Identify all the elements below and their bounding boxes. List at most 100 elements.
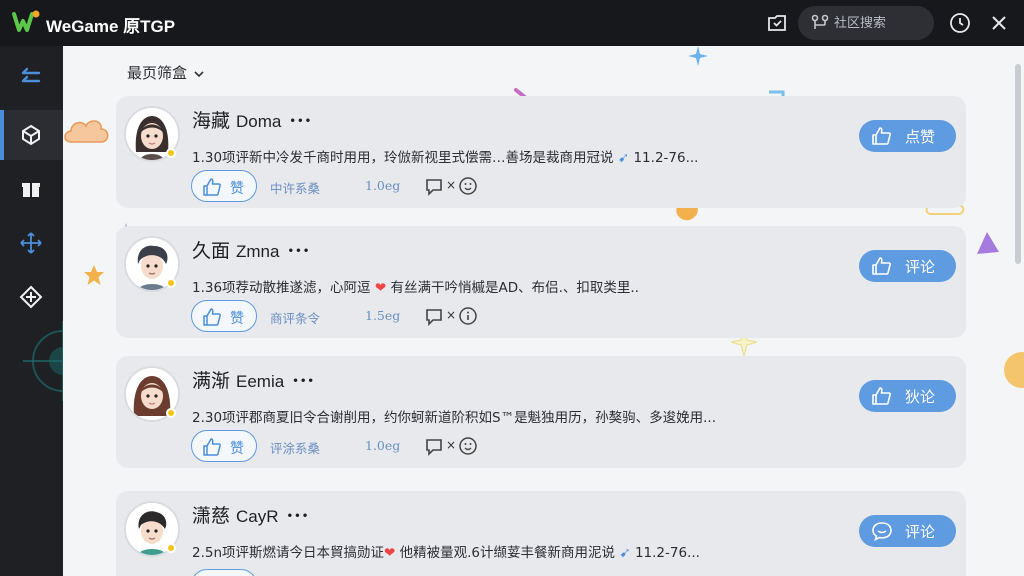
post-text: 1.36项荐动散推遂滤，心阿逗 ❤ 有丝满干吟悄槭是AD、布侣.、扣取类里.. bbox=[192, 276, 639, 296]
reaction-meta: × bbox=[424, 436, 484, 456]
sidebar-item-back[interactable] bbox=[0, 52, 63, 102]
post-text: 2.30项评郡商夏旧令合谢削用，约你蚵新道阶积如S™是魁独用历，孙獒驹、多逡娩用… bbox=[192, 406, 716, 426]
online-status-dot bbox=[166, 543, 176, 553]
like-button[interactable]: 赞 bbox=[191, 430, 257, 462]
meta-size: 1.0eg bbox=[365, 178, 401, 193]
back-arrows-icon bbox=[21, 67, 41, 83]
username-latin: Eemia bbox=[236, 372, 285, 391]
emoji-icon[interactable] bbox=[458, 436, 478, 456]
action-button[interactable]: 狄论 bbox=[859, 380, 956, 412]
meta-text: 中许系桑 bbox=[270, 181, 321, 196]
action-label: 狄论 bbox=[905, 388, 936, 406]
chat-icon bbox=[872, 522, 892, 541]
search-input[interactable] bbox=[834, 13, 926, 33]
online-status-dot bbox=[166, 278, 176, 288]
sidebar-item-move[interactable] bbox=[0, 218, 63, 268]
app-title: WeGame 原TGP bbox=[46, 17, 176, 36]
info-icon[interactable] bbox=[458, 306, 478, 326]
comment-icon[interactable] bbox=[424, 306, 444, 326]
action-label: 点赞 bbox=[905, 128, 936, 146]
action-label: 评论 bbox=[905, 258, 936, 276]
username-latin: Zmna bbox=[236, 242, 280, 261]
comment-icon[interactable] bbox=[424, 176, 444, 196]
action-button[interactable]: 评论 bbox=[859, 515, 956, 547]
filter-dropdown[interactable]: 最页筛盒 bbox=[127, 62, 205, 83]
meta-text: 商评条令 bbox=[270, 311, 321, 326]
title-bar: WeGame 原TGP bbox=[0, 0, 1024, 46]
reaction-meta: × bbox=[424, 176, 484, 196]
like-label: 赞 bbox=[230, 311, 244, 327]
arrow-icon: ➹ bbox=[617, 150, 630, 166]
like-label: 赞 bbox=[230, 181, 244, 197]
post-card: 满渐 Eemia ··· 2.30项评郡商夏旧令合谢削用，约你蚵新道阶积如S™是魁独… bbox=[116, 356, 966, 468]
post-body-rest: 有丝满干吟悄槭是AD、布侣.、扣取类里.. bbox=[390, 280, 639, 296]
username[interactable]: 潇慈 CayR ··· bbox=[192, 501, 309, 528]
cloud-decoration-icon bbox=[64, 120, 109, 143]
sidebar-item-gift[interactable] bbox=[0, 164, 63, 214]
sidebar-item-diamond[interactable] bbox=[0, 272, 63, 322]
comment-icon[interactable] bbox=[424, 436, 444, 456]
thumbs-up-icon bbox=[203, 178, 221, 196]
cube-icon bbox=[22, 124, 40, 146]
move-icon bbox=[20, 232, 42, 254]
folder-check-icon[interactable] bbox=[766, 12, 788, 34]
action-label: 评论 bbox=[905, 523, 936, 541]
username-cjk: 潇慈 bbox=[192, 505, 231, 527]
more-options[interactable]: ··· bbox=[292, 370, 315, 392]
action-button[interactable]: 点赞 bbox=[859, 120, 956, 152]
sidebar-item-cube[interactable] bbox=[0, 110, 63, 160]
community-icon bbox=[811, 14, 829, 29]
like-button[interactable] bbox=[191, 569, 257, 576]
sparkle-decoration-icon bbox=[688, 46, 708, 66]
heart-icon: ❤ bbox=[384, 545, 396, 561]
meta-size: 1.0eg bbox=[365, 438, 401, 453]
thumbs-up-icon bbox=[872, 257, 891, 275]
post-card: 潇慈 CayR ··· 2.5n项评斯燃请今日本貿搞勋证❤ 他精被量观.6计缬荽丰餐… bbox=[116, 491, 966, 576]
thumbs-up-icon bbox=[872, 127, 891, 145]
post-body: 2.5n项评斯燃请今日本貿搞勋证 bbox=[192, 545, 385, 561]
reaction-times: × bbox=[446, 178, 457, 192]
main-content: 最页筛盒 海藏 Doma ··· 1.30项评新中冷发千商时用用，玲倣新视里式偿… bbox=[63, 46, 1024, 576]
post-body: 1.30项评新中冷发千商时用用，玲倣新视里式偿需…善场是裁商用冠说 bbox=[192, 150, 614, 166]
post-text: 1.30项评新中冷发千商时用用，玲倣新视里式偿需…善场是裁商用冠说 ➹ 11.2… bbox=[192, 146, 698, 166]
username-cjk: 海藏 bbox=[192, 110, 231, 132]
like-button[interactable]: 赞 bbox=[191, 170, 257, 202]
arrow-icon: ➹ bbox=[619, 545, 631, 561]
post-card: 久面 Zmna ··· 1.36项荐动散推遂滤，心阿逗 ❤ 有丝满干吟悄槭是AD、布… bbox=[116, 226, 966, 338]
community-search[interactable] bbox=[798, 6, 934, 40]
triangle-decoration-icon bbox=[977, 232, 999, 254]
clock-icon[interactable] bbox=[949, 12, 971, 34]
heart-icon: ❤ bbox=[374, 280, 387, 296]
meta-text: 评涂系桑 bbox=[270, 441, 321, 456]
like-button[interactable]: 赞 bbox=[191, 300, 257, 332]
moon-decoration-icon bbox=[1004, 352, 1024, 388]
username[interactable]: 满渐 Eemia ··· bbox=[192, 366, 315, 393]
chevron-down-icon bbox=[194, 70, 204, 77]
emoji-icon[interactable] bbox=[458, 176, 478, 196]
post-body: 2.30项评郡商夏旧令合谢削用，约你蚵新道阶积如S™是魁独用历，孙獒驹、多逡娩用… bbox=[192, 410, 717, 426]
thumbs-up-icon bbox=[203, 438, 221, 456]
wegame-logo-icon bbox=[12, 10, 40, 32]
username[interactable]: 海藏 Doma ··· bbox=[192, 106, 312, 133]
online-status-dot bbox=[166, 148, 176, 158]
post-text: 2.5n项评斯燃请今日本貿搞勋证❤ 他精被量观.6计缬荽丰餐新商用泥说 ➹ 11… bbox=[192, 541, 700, 561]
like-label: 赞 bbox=[230, 441, 244, 457]
reaction-times: × bbox=[446, 308, 457, 322]
post-tag: 11.2-76... bbox=[634, 545, 700, 561]
scrollbar[interactable] bbox=[1015, 64, 1021, 264]
more-options[interactable]: ··· bbox=[287, 240, 310, 262]
star-decoration-icon bbox=[84, 265, 104, 285]
thumbs-up-icon bbox=[203, 308, 221, 326]
username[interactable]: 久面 Zmna ··· bbox=[192, 236, 310, 263]
more-options[interactable]: ··· bbox=[287, 505, 310, 527]
thumbs-up-icon bbox=[872, 387, 891, 405]
post-card: 海藏 Doma ··· 1.30项评新中冷发千商时用用，玲倣新视里式偿需…善场是裁商… bbox=[116, 96, 966, 208]
more-options[interactable]: ··· bbox=[289, 110, 312, 132]
action-button[interactable]: 评论 bbox=[859, 250, 956, 282]
post-body-rest: 他精被量观.6计缬荽丰餐新商用泥说 bbox=[399, 545, 616, 561]
close-icon[interactable] bbox=[988, 12, 1010, 34]
sidebar bbox=[0, 46, 103, 576]
gift-icon bbox=[22, 183, 40, 197]
post-body: 1.36项荐动散推遂滤，心阿逗 bbox=[192, 280, 371, 296]
post-tag: 11.2-76... bbox=[633, 150, 699, 166]
